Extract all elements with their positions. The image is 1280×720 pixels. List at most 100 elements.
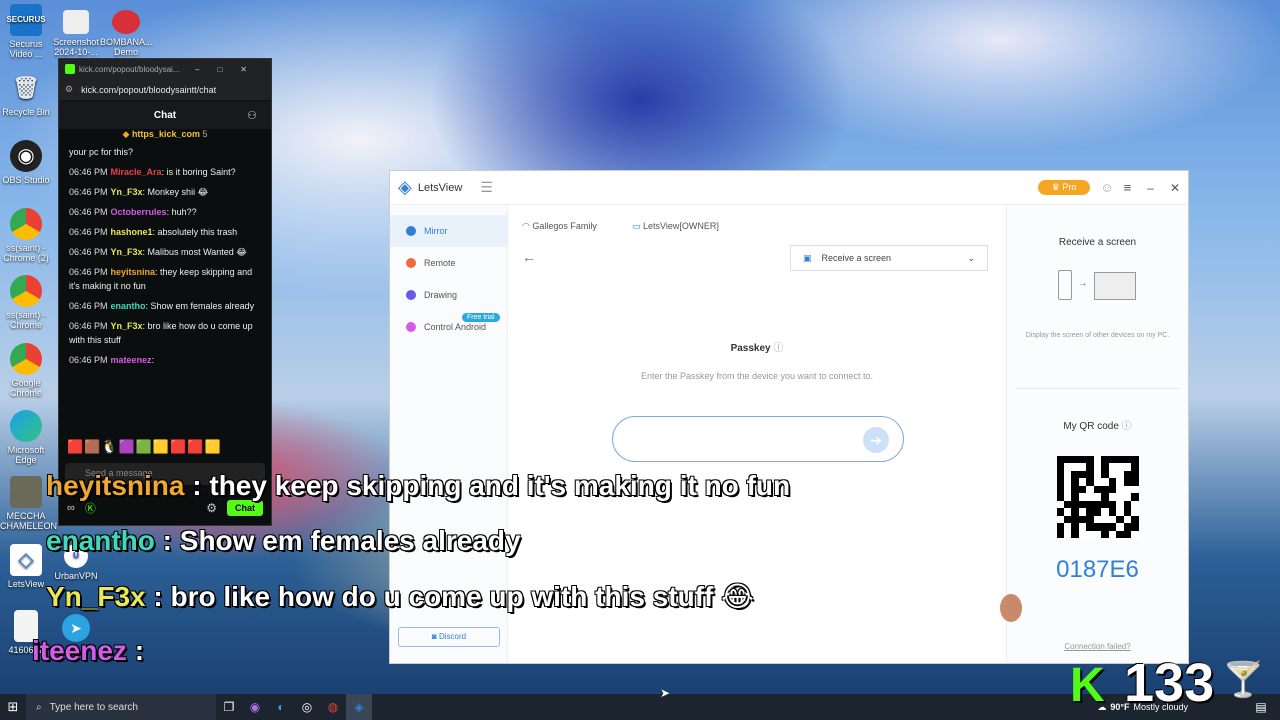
qr-cell [1116,530,1124,538]
qr-cell [1123,463,1132,471]
desktop-icon-chrome-2[interactable]: ss(saint) - Chrome (2) [0,208,52,263]
qr-cell [1078,478,1087,486]
collapse-menu-icon[interactable]: ☰ [480,179,493,196]
connect-arrow-button[interactable]: ➔ [863,427,889,453]
desktop-icon-bombana[interactable]: BOMBANA... Demo [100,10,153,57]
chevron-down-icon: ⌄ [967,252,975,263]
qr-cell [1101,500,1109,509]
qr-cell [1056,493,1064,501]
caption-text: : bro like how do u come up with this st… [145,581,754,612]
desktop-icon-securus[interactable]: SECURUS Securus Video ... [0,4,52,59]
message-username[interactable]: Octoberrules [111,207,167,217]
sidebar-item-mirror[interactable]: Mirror [390,215,507,247]
settings-icon[interactable]: ⚙ [206,501,217,515]
emote-bar[interactable]: 🟥🟫🐧🟪🟩🟨🟥🟥🟨 [67,439,222,455]
connection-failed-link[interactable]: Connection failed? [1007,642,1188,651]
message-username[interactable]: enantho [111,301,146,311]
qr-cell [1071,500,1079,509]
receive-title: Receive a screen [1058,237,1137,248]
site-info-icon[interactable]: ⚙ [65,84,73,95]
sidebar-item-remote[interactable]: Remote [390,247,507,279]
letsview-logo-icon: ◈ [398,177,412,197]
qr-cell [1101,523,1109,531]
edge-taskbar-icon[interactable]: ◐ [268,694,294,720]
obs-taskbar-icon[interactable]: ◎ [294,694,320,720]
mouse-cursor-icon: ➤ [660,686,671,700]
chat-message: 06:46 PM hashone1: absolutely this trash [59,222,271,242]
passkey-input[interactable]: ➔ [612,416,904,462]
message-username[interactable]: mateenez [111,355,152,365]
task-view-icon[interactable]: ❐ [216,694,242,720]
window-controls[interactable]: –□✕ [195,65,265,74]
help-icon[interactable]: ⓘ [1122,421,1132,432]
app-title: LetsView [417,181,463,194]
send-chat-button[interactable]: Chat [227,500,263,516]
sidebar-item-label: Mirror [424,226,448,236]
message-username[interactable]: heyitsnina [111,267,156,277]
discord-button[interactable]: ◙ Discord [398,627,500,647]
qr-cell [1116,500,1124,509]
desktop-icon-google-chrome[interactable]: Google Chrome [0,343,52,398]
cast-icon: ▣ [803,252,812,263]
desktop-icon-obs[interactable]: ◉ OBS Studio [0,140,52,185]
message-text: : Malibus most Wanted 😂 [142,247,247,257]
message-username[interactable]: hashone1 [111,227,153,237]
help-icon[interactable]: ⓘ [773,343,783,354]
desktop-icon-edge[interactable]: Microsoft Edge [0,410,52,465]
qr-cell [1063,493,1072,501]
kick-logo-icon[interactable]: Ⓚ [85,500,96,516]
desktop-icon-chrome[interactable]: ss(saint) - Chrome [0,275,52,330]
message-username[interactable]: Yn_F3x [111,187,143,197]
qr-cell [1056,456,1064,464]
qr-cell [1086,456,1094,464]
discord-taskbar-icon[interactable]: ◉ [242,694,268,720]
qr-cell [1056,515,1064,524]
message-username[interactable]: Yn_F3x [111,321,143,331]
kick-favicon-icon [65,64,75,74]
search-placeholder: Type here to search [49,701,138,713]
qr-cell [1123,470,1132,479]
points-icon[interactable]: ∞ [67,502,75,514]
caption-username: iteenez [32,635,127,666]
desktop-icon-recycle-bin[interactable]: 🗑 Recycle Bin [0,72,52,118]
chrome-taskbar-icon[interactable]: ◍ [320,694,346,720]
url-text: kick.com/popout/bloodysaintt/chat [81,84,217,95]
wifi-icon: ◠ [522,221,530,231]
receive-screen-dropdown[interactable]: ▣ Receive a screen ⌄ [790,245,988,271]
sidebar-item-label: Control Android [424,322,487,332]
qr-cell [1108,500,1117,509]
qr-cell [1078,470,1087,479]
minimize-icon[interactable]: – [1147,181,1154,195]
close-icon[interactable]: ✕ [1170,181,1180,195]
letsview-taskbar-icon[interactable]: ◈ [346,694,372,720]
kick-chat-window: kick.com/popout/bloodysai... –□✕ ⚙ kick.… [58,58,272,526]
desktop-icon-screenshot[interactable]: Screenshot 2024-10-... [50,10,102,57]
desktop-icon-letsview[interactable]: ◇ LetsView [0,544,52,589]
desktop-icon-label: ss(saint) - Chrome [6,310,46,330]
sidebar-item-icon [406,258,416,268]
pinned-username[interactable]: https_kick_com [132,129,200,139]
passkey-title-row: Passkey ⓘ [508,339,1006,354]
pinned-user: ◆ https_kick_com 5 [59,129,271,145]
message-username[interactable]: Yn_F3x [111,247,143,257]
chat-message: 06:46 PM Yn_F3x: Monkey shii 😂 [59,182,271,202]
sidebar-item-drawing[interactable]: Drawing [390,279,507,311]
address-bar[interactable]: ⚙ kick.com/popout/bloodysaintt/chat [59,79,271,101]
back-arrow-icon[interactable]: ← [522,249,536,265]
desktop-icon-meccha[interactable]: MECCHA CHAMELEON [0,476,57,531]
qr-cell [1108,478,1117,486]
account-icon[interactable]: ☺ [1100,180,1113,195]
wifi-name: Gallegos Family [532,221,597,231]
desktop-icon-label: Microsoft Edge [7,445,45,465]
menu-icon[interactable]: ≡ [1124,180,1132,195]
search-box[interactable]: ⌕ Type here to search [26,694,216,720]
qr-cell [1123,456,1132,464]
message-username[interactable]: Miracle_Ara [111,167,162,177]
chat-message: 06:46 PM mateenez: [59,350,271,370]
tab-title: kick.com/popout/bloodysai... [79,64,180,74]
qr-cell [1093,530,1102,538]
search-icon: ⌕ [36,701,42,713]
users-icon[interactable]: ⚇ [247,109,257,122]
windows-start-icon[interactable]: ⊞ [0,694,26,720]
pro-button[interactable]: ♛ Pro [1037,180,1091,195]
